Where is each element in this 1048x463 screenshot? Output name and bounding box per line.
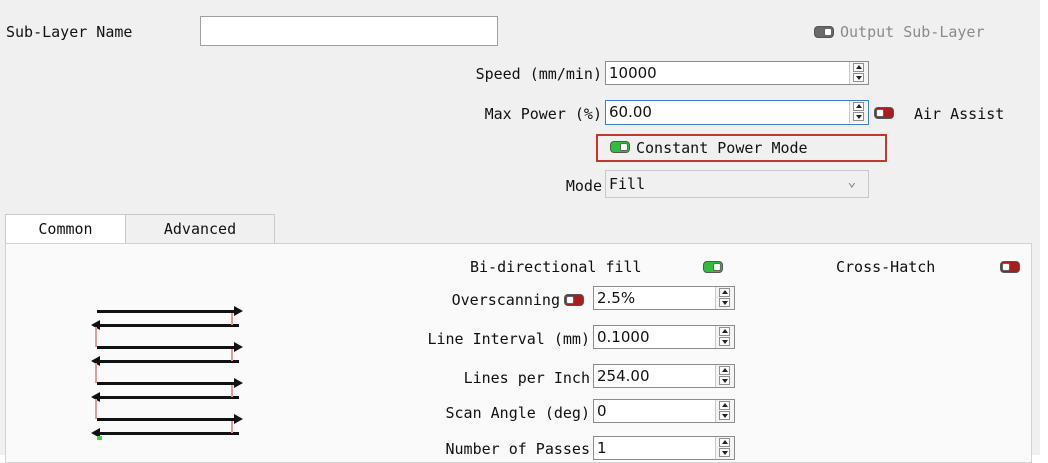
scan-line-arrow <box>97 414 243 424</box>
overscan-link <box>231 385 233 397</box>
cross-hatch-label: Cross-Hatch <box>836 258 936 276</box>
toggle-knob <box>876 109 884 117</box>
tab-advanced[interactable]: Advanced <box>125 214 275 244</box>
max-power-label: Max Power (%) <box>484 105 602 123</box>
speed-label: Speed (mm/min) <box>475 65 602 83</box>
line-interval-input[interactable]: 0.1000 <box>593 325 735 349</box>
spin-up-icon[interactable] <box>853 102 864 111</box>
spin-down-icon[interactable] <box>719 337 730 346</box>
toggle-knob <box>824 28 832 36</box>
speed-spinner[interactable] <box>849 62 868 84</box>
bidirectional-fill-label: Bi-directional fill <box>470 258 642 276</box>
mode-label: Mode <box>565 177 602 195</box>
tab-common[interactable]: Common <box>5 214 126 244</box>
spin-down-icon[interactable] <box>719 448 730 457</box>
max-power-spinner[interactable] <box>849 101 868 123</box>
number-of-passes-input[interactable]: 1 <box>593 436 735 460</box>
spin-up-icon[interactable] <box>719 288 730 297</box>
lines-per-inch-label: Lines per Inch <box>463 369 590 387</box>
start-point-marker <box>97 436 102 440</box>
spin-up-icon[interactable] <box>719 327 730 336</box>
spin-up-icon[interactable] <box>853 63 864 72</box>
air-assist-label: Air Assist <box>914 105 1005 123</box>
overscan-link <box>231 313 233 325</box>
scan-line-arrow <box>97 306 243 316</box>
scan-line-arrow <box>91 392 239 402</box>
scan-line-arrow <box>97 342 243 352</box>
scan-angle-spinner[interactable] <box>715 400 734 422</box>
sublayer-name-label: Sub-Layer Name <box>6 23 133 41</box>
spin-down-icon[interactable] <box>719 411 730 420</box>
chevron-down-icon[interactable]: ⌄ <box>848 174 856 190</box>
line-interval-spinner[interactable] <box>715 326 734 348</box>
overscan-link <box>231 349 233 361</box>
window-edge <box>1040 0 1048 455</box>
number-of-passes-label: Number of Passes <box>445 440 591 458</box>
spin-down-icon[interactable] <box>853 112 864 121</box>
scan-line-arrow <box>91 356 239 366</box>
cross-hatch-toggle[interactable] <box>1000 261 1020 273</box>
spin-down-icon[interactable] <box>853 73 864 82</box>
lines-per-inch-spinner[interactable] <box>715 365 734 387</box>
lines-per-inch-input[interactable]: 254.00 <box>593 364 735 388</box>
scan-line-arrow <box>97 378 243 388</box>
spin-down-icon[interactable] <box>719 376 730 385</box>
constant-power-label: Constant Power Mode <box>636 139 808 157</box>
overscan-link <box>95 399 97 419</box>
scan-angle-label: Scan Angle (deg) <box>445 404 591 422</box>
spin-up-icon[interactable] <box>719 401 730 410</box>
overscanning-toggle[interactable] <box>564 294 584 306</box>
overscan-link <box>95 327 97 347</box>
toggle-knob <box>713 263 721 271</box>
max-power-input[interactable]: 60.00 <box>605 100 869 125</box>
spin-up-icon[interactable] <box>719 438 730 447</box>
scan-angle-input[interactable]: 0 <box>593 399 735 423</box>
bidirectional-fill-toggle[interactable] <box>703 261 723 273</box>
toggle-knob <box>566 296 574 304</box>
spin-up-icon[interactable] <box>719 366 730 375</box>
output-sublayer-label: Output Sub-Layer <box>840 23 985 41</box>
output-sublayer-toggle[interactable] <box>814 26 834 38</box>
scan-line-arrow <box>91 428 239 438</box>
scan-line-arrow <box>91 320 239 330</box>
fill-pattern-preview <box>85 300 245 450</box>
mode-select[interactable]: Fill ⌄ <box>605 170 869 198</box>
speed-input[interactable]: 10000 <box>605 61 869 85</box>
overscanning-label: Overscanning <box>451 291 560 309</box>
spin-down-icon[interactable] <box>719 298 730 307</box>
toggle-knob <box>620 143 628 151</box>
line-interval-label: Line Interval (mm) <box>427 330 590 348</box>
number-of-passes-spinner[interactable] <box>715 437 734 459</box>
sublayer-name-input[interactable] <box>200 16 498 46</box>
overscanning-spinner[interactable] <box>715 287 734 309</box>
overscan-link <box>231 421 233 433</box>
overscanning-input[interactable]: 2.5% <box>593 286 735 310</box>
overscan-link <box>95 363 97 383</box>
constant-power-toggle[interactable] <box>610 141 630 153</box>
toggle-knob <box>1002 263 1010 271</box>
air-assist-toggle[interactable] <box>874 107 894 119</box>
